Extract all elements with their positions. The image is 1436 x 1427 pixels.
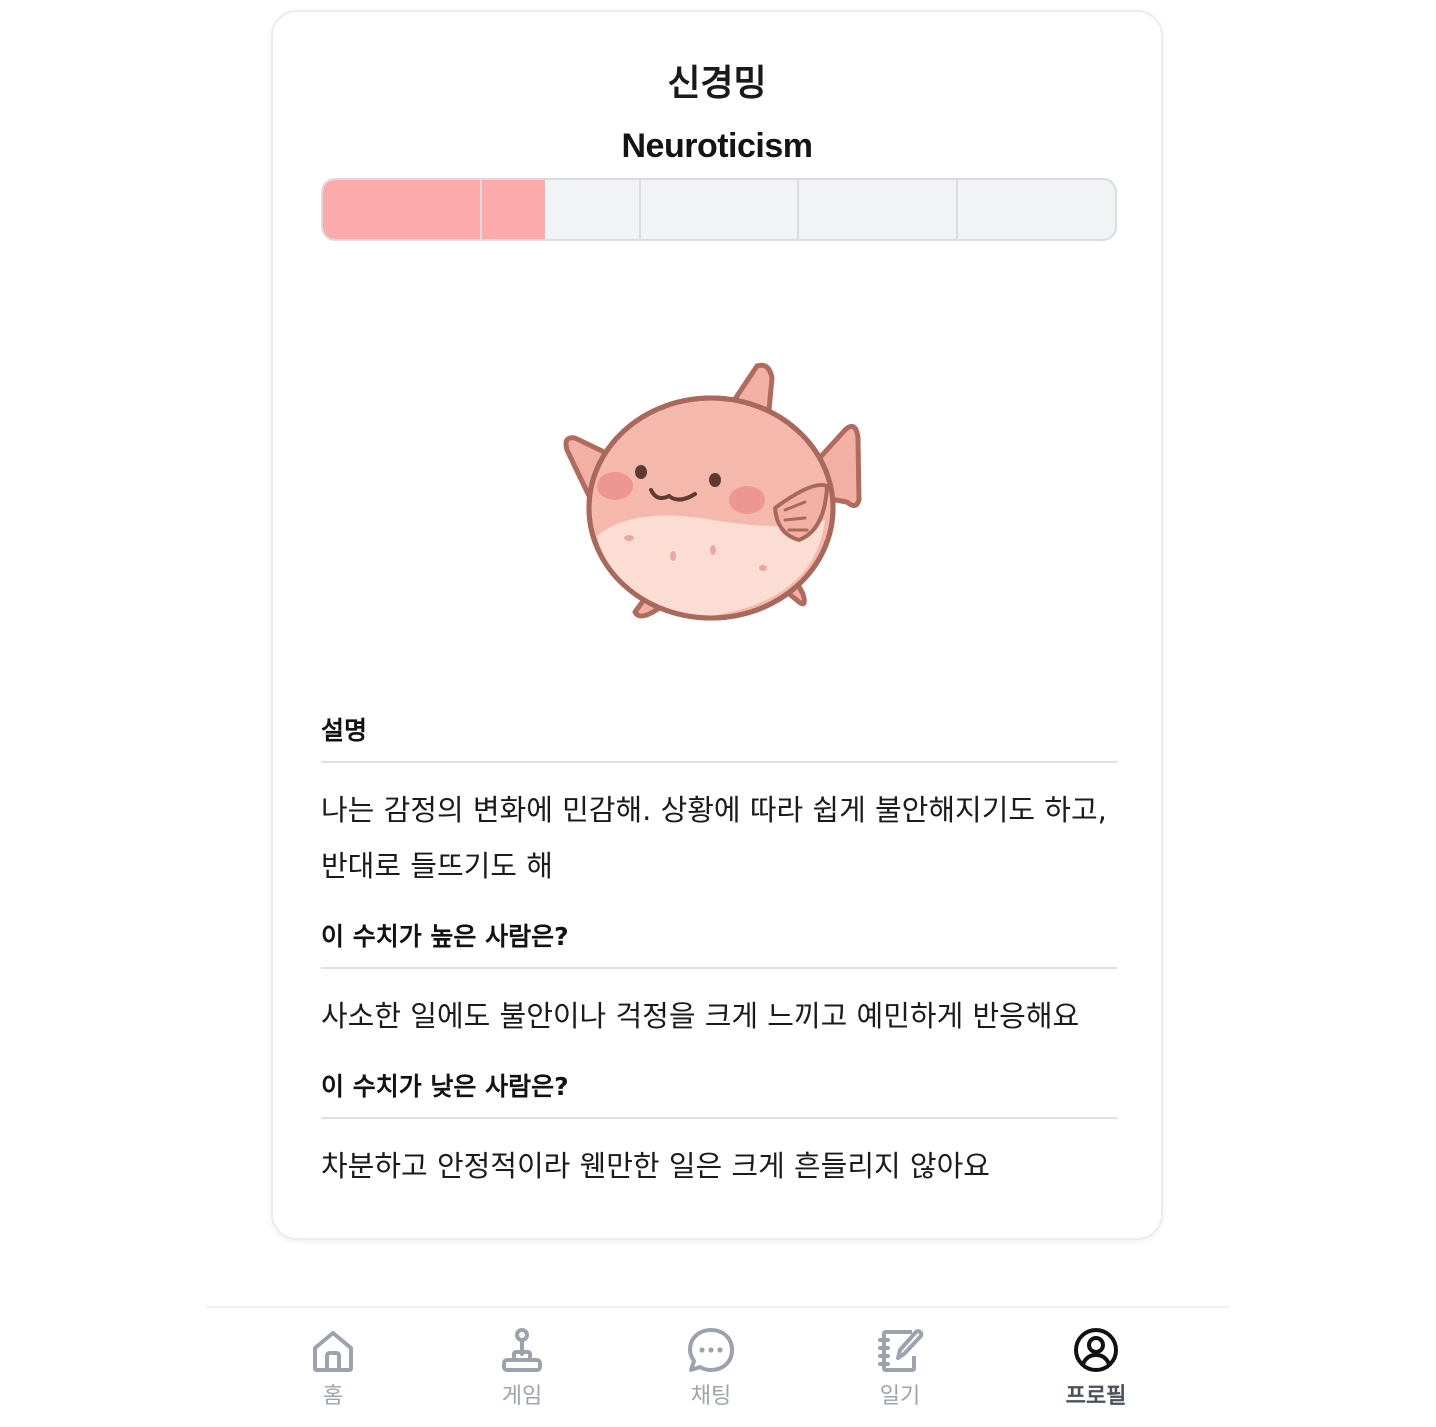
nav-label-diary: 일기	[879, 1384, 921, 1409]
high-score-text: 사소한 일에도 불안이나 걱정을 크게 느끼고 예민하게 반응해요	[321, 999, 1080, 1033]
trait-level-bar	[321, 178, 1117, 241]
bottom-nav-divider	[206, 1306, 1230, 1308]
trait-level-fill	[323, 180, 545, 239]
trait-title-english: Neuroticism	[621, 127, 814, 165]
low-score-heading: 이 수치가 낮은 사람은?	[321, 1071, 1117, 1119]
level-bar-divider	[956, 180, 958, 239]
profile-icon	[1074, 1328, 1118, 1372]
joystick-icon	[502, 1328, 542, 1372]
diary-icon	[878, 1329, 924, 1372]
home-icon	[313, 1331, 353, 1372]
pufferfish-mascot	[563, 362, 862, 621]
nav-item-profile[interactable]: 프로필	[1036, 1322, 1156, 1422]
high-score-heading: 이 수치가 높은 사람은?	[321, 921, 1117, 969]
nav-item-diary[interactable]: 일기	[840, 1322, 960, 1422]
level-bar-divider	[480, 180, 482, 239]
nav-label-home: 홈	[322, 1384, 344, 1409]
description-text: 나는 감정의 변화에 민감해. 상황에 따라 쉽게 불안해지기도 하고, 반대로…	[321, 793, 1107, 883]
chat-bubble-icon	[688, 1328, 734, 1372]
level-bar-divider	[797, 180, 799, 239]
nav-item-home[interactable]: 홈	[273, 1322, 393, 1422]
nav-label-profile: 프로필	[1065, 1384, 1127, 1409]
nav-item-chat[interactable]: 채팅	[651, 1322, 771, 1422]
description-heading: 설명	[321, 715, 1117, 763]
nav-label-chat: 채팅	[690, 1384, 732, 1409]
nav-item-game[interactable]: 게임	[462, 1322, 582, 1422]
trait-card: 신경밍 Neuroticism 설명 나는 감정의 변화에 민감해. 상황에 따…	[271, 10, 1163, 1240]
trait-title-korean: 신경밍	[667, 63, 767, 104]
low-score-text: 차분하고 안정적이라 웬만한 일은 크게 흔들리지 않아요	[321, 1149, 990, 1183]
level-bar-divider	[639, 180, 641, 239]
nav-label-game: 게임	[501, 1384, 543, 1409]
